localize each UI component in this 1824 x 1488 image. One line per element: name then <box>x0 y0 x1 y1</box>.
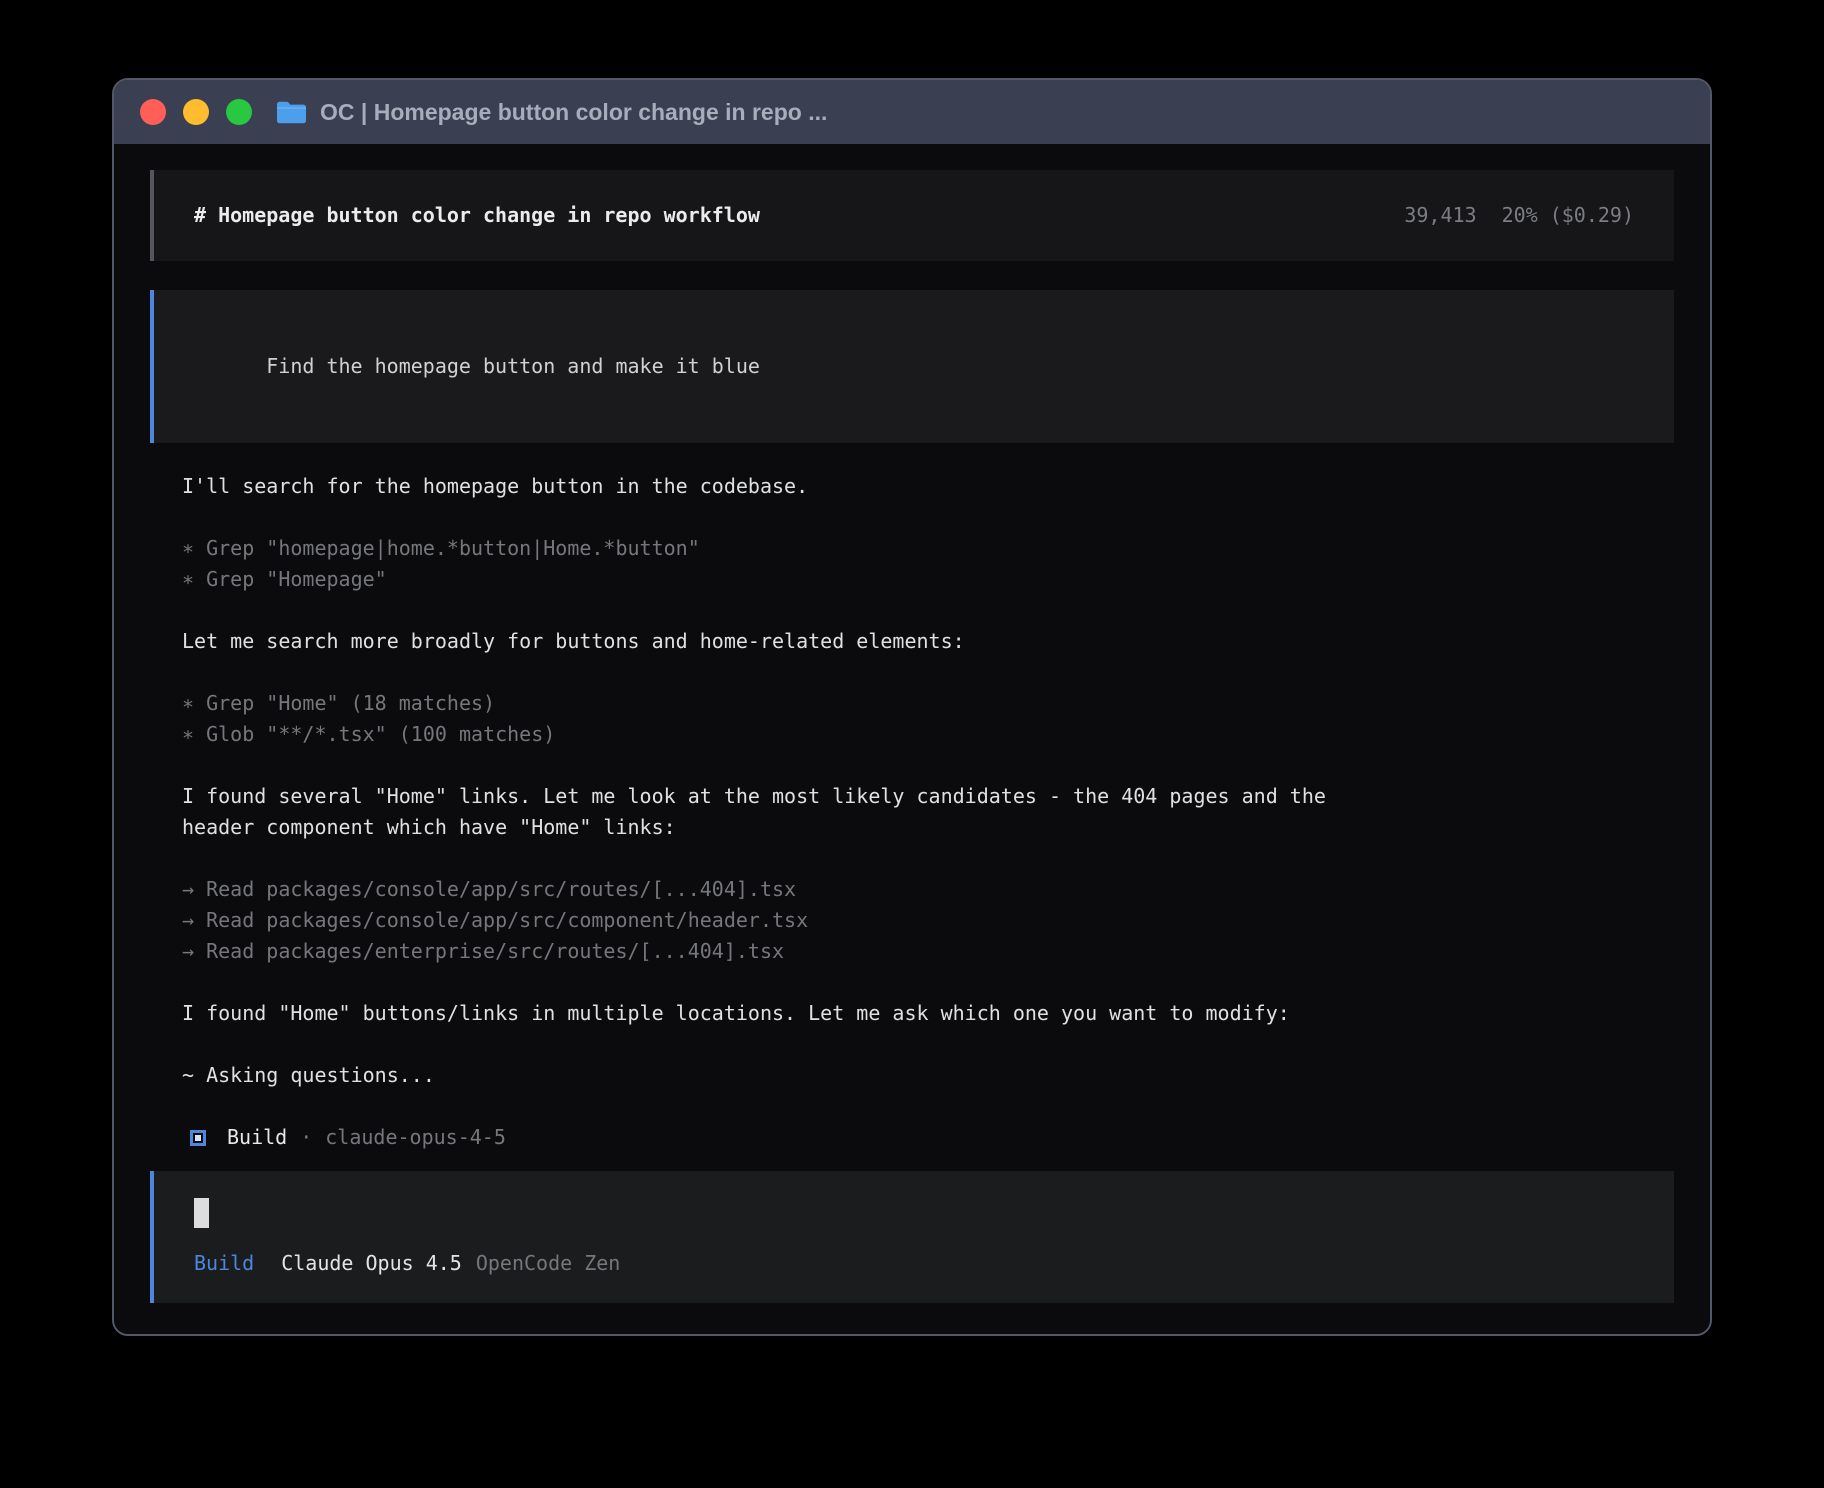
shortcut-action: agents <box>1375 1329 1447 1337</box>
transcript-line: ~ Asking questions... <box>182 1060 1674 1091</box>
folder-icon <box>276 100 307 125</box>
transcript-line <box>182 1029 1674 1060</box>
transcript-line: I'll search for the homepage button in t… <box>182 471 1674 502</box>
transcript-line: → Read packages/console/app/src/componen… <box>182 905 1674 936</box>
minimize-button[interactable] <box>183 99 209 125</box>
window-titlebar[interactable]: OC | Homepage button color change in rep… <box>114 80 1710 144</box>
shortcut-key: ctrl+t <box>1106 1329 1178 1337</box>
zoom-button[interactable] <box>226 99 252 125</box>
shortcut-key: ctrl+p <box>1487 1329 1559 1337</box>
transcript-line: Let me search more broadly for buttons a… <box>182 626 1674 657</box>
shortcut-action: commands <box>1572 1329 1668 1337</box>
agent-model: claude-opus-4-5 <box>325 1122 506 1153</box>
status-bar: esc interrupt ctrl+tvariantstabagentsctr… <box>150 1303 1674 1336</box>
transcript-line <box>182 750 1674 781</box>
transcript-line <box>182 595 1674 626</box>
input-provider-label: OpenCode Zen <box>476 1248 621 1279</box>
transcript-line: header component which have "Home" links… <box>182 812 1674 843</box>
agent-name: Build <box>227 1122 287 1153</box>
window-title: OC | Homepage button color change in rep… <box>320 99 827 126</box>
transcript-line: → Read packages/console/app/src/routes/[… <box>182 874 1674 905</box>
close-button[interactable] <box>140 99 166 125</box>
agent-separator: · <box>300 1122 312 1153</box>
shortcut-hint: tab agents <box>1327 1329 1447 1337</box>
shortcut-action: variants <box>1191 1329 1287 1337</box>
input-line[interactable] <box>194 1197 1634 1228</box>
input-model-label: Claude Opus 4.5 <box>281 1248 462 1279</box>
user-message: Find the homepage button and make it blu… <box>150 290 1674 443</box>
transcript-line <box>182 1091 1674 1122</box>
session-title: # Homepage button color change in repo w… <box>194 200 760 231</box>
input-agent-label: Build <box>194 1248 254 1279</box>
terminal-window: OC | Homepage button color change in rep… <box>112 78 1712 1336</box>
transcript-line <box>182 967 1674 998</box>
prompt-input[interactable]: Build Claude Opus 4.5 OpenCode Zen <box>150 1171 1674 1303</box>
session-stats: 39,413 20% ($0.29) <box>1404 200 1634 231</box>
input-footer: Build Claude Opus 4.5 OpenCode Zen <box>194 1248 1634 1279</box>
transcript-line: ∗ Glob "**/*.tsx" (100 matches) <box>182 719 1674 750</box>
context-percent: 20% <box>1502 200 1538 231</box>
transcript-line: ∗ Grep "Home" (18 matches) <box>182 688 1674 719</box>
transcript-line: I found several "Home" links. Let me loo… <box>182 781 1674 812</box>
terminal-content: # Homepage button color change in repo w… <box>114 144 1710 1336</box>
transcript-line: ∗ Grep "homepage|home.*button|Home.*butt… <box>182 533 1674 564</box>
traffic-lights <box>140 99 252 125</box>
assistant-transcript: I'll search for the homepage button in t… <box>182 471 1674 1122</box>
transcript-line <box>182 502 1674 533</box>
transcript-line <box>182 657 1674 688</box>
build-agent-icon <box>190 1130 206 1146</box>
shortcut-hint: ctrl+p commands <box>1487 1329 1668 1337</box>
session-header: # Homepage button color change in repo w… <box>150 170 1674 261</box>
session-cost: ($0.29) <box>1550 200 1634 231</box>
user-message-text: Find the homepage button and make it blu… <box>266 354 760 378</box>
transcript-line: ∗ Grep "Homepage" <box>182 564 1674 595</box>
transcript-line: → Read packages/enterprise/src/routes/[.… <box>182 936 1674 967</box>
transcript-line: I found "Home" buttons/links in multiple… <box>182 998 1674 1029</box>
shortcut-hint: ctrl+t variants <box>1106 1329 1287 1337</box>
esc-key-hint: esc <box>322 1329 358 1337</box>
agent-status-line: Build · claude-opus-4-5 <box>190 1122 1674 1153</box>
statusbar-left: esc interrupt <box>152 1329 479 1337</box>
text-cursor <box>194 1198 209 1228</box>
statusbar-shortcuts: ctrl+t variants tab agents ctrl+p commands <box>1106 1329 1672 1337</box>
interrupt-hint: interrupt <box>370 1329 478 1337</box>
transcript-line <box>182 843 1674 874</box>
token-count: 39,413 <box>1404 200 1476 231</box>
shortcut-key: tab <box>1327 1329 1363 1337</box>
